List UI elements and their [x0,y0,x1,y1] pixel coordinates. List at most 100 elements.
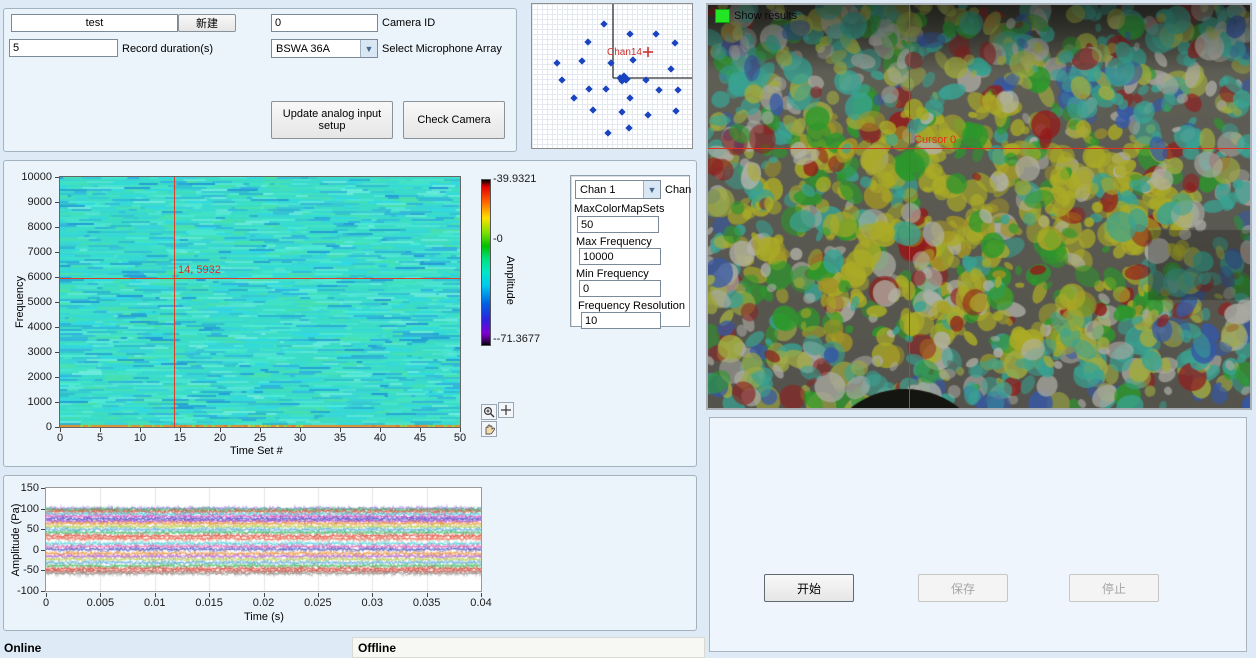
save-button[interactable]: 保存 [918,574,1008,602]
spectrogram-x-tick [380,428,381,432]
waveform-y-tick [41,550,45,551]
record-duration-label: Record duration(s) [122,43,213,55]
spectrogram-x-tick-label: 35 [325,432,355,444]
spectrogram-y-tick-label: 10000 [4,171,52,183]
max-colormap-input[interactable] [577,216,659,233]
waveform-x-tick-label: 0 [26,597,66,609]
mic-point [626,94,633,101]
camera-id-input[interactable] [271,14,378,32]
channel-dropdown[interactable]: Chan 1 ▼ [575,180,661,199]
mic-point [672,107,679,114]
crosshair-tool-icon[interactable] [498,402,514,418]
waveform-x-tick [100,593,101,597]
spectrogram-y-tick [55,252,59,253]
mic-point [570,94,577,101]
spectrogram-x-tick-label: 0 [45,432,75,444]
chevron-down-icon[interactable]: ▼ [643,181,660,198]
max-frequency-label: Max Frequency [576,236,652,248]
waveform-y-tick [41,529,45,530]
waveform-plot[interactable] [46,488,481,591]
mic-point [589,106,596,113]
mic-array-label: Select Microphone Array [382,43,502,55]
waveform-x-tick [209,593,210,597]
acoustic-camera-app: { "setup_panel": { "session_value": "tes… [0,0,1256,658]
update-analog-input-button[interactable]: Update analog input setup [271,101,393,139]
waveform-x-tick [318,593,319,597]
mic-array-scatter: Chan14 [532,4,692,148]
mic-point [584,38,591,45]
colorbar-max-label: -39.9321 [493,173,536,185]
min-frequency-input[interactable] [579,280,661,297]
start-button[interactable]: 开始 [764,574,854,602]
online-status-label: Online [4,641,41,655]
waveform-y-tick [41,570,45,571]
spectrogram-y-tick-label: 1000 [4,396,52,408]
show-results-indicator[interactable] [715,9,730,23]
waveform-x-axis-label: Time (s) [244,611,284,623]
spectrogram-y-tick [55,427,59,428]
mic-array-dropdown[interactable]: BSWA 36A ▼ [271,39,378,58]
waveform-x-tick-label: 0.015 [189,597,229,609]
stop-button[interactable]: 停止 [1069,574,1159,602]
spectrogram-y-tick-label: 6000 [4,271,52,283]
chevron-down-icon[interactable]: ▼ [360,40,377,57]
max-colormap-label: MaxColorMapSets [574,203,664,215]
min-frequency-label: Min Frequency [576,268,649,280]
waveform-x-tick-label: 0.02 [244,597,284,609]
waveform-y-tick [41,488,45,489]
waveform-x-tick-label: 0.04 [461,597,501,609]
check-camera-button[interactable]: Check Camera [403,101,505,139]
spectrogram-y-tick [55,352,59,353]
spectrogram-y-tick [55,177,59,178]
colorbar-min-label: --71.3677 [493,333,540,345]
mic-point [602,85,609,92]
waveform-panel: Amplitude (Pa) 150100500-50-10000.0050.0… [3,475,697,631]
mic-point [600,20,607,27]
camera-view[interactable]: Cursor 0 Show results [706,3,1252,410]
new-session-button[interactable]: 新建 [178,14,236,32]
spectrogram-y-tick-label: 2000 [4,371,52,383]
channel-dropdown-label: Chan [665,184,691,196]
spectrogram-y-tick-label: 0 [4,421,52,433]
record-duration-input[interactable] [9,39,118,57]
mic-point [604,129,611,136]
waveform-y-tick-label: -100 [4,585,39,597]
mic-point [578,57,585,64]
spectrogram-y-tick [55,227,59,228]
waveform-x-tick-label: 0.025 [298,597,338,609]
max-frequency-input[interactable] [579,248,661,265]
action-panel: 开始 保存 停止 [709,417,1247,652]
spectrogram-x-tick [220,428,221,432]
camera-cursor-label: Cursor 0 [914,134,956,146]
spectrogram-x-axis-label: Time Set # [230,445,283,457]
mic-array-value: BSWA 36A [272,42,360,56]
waveform-y-tick-label: 150 [4,482,39,494]
spectrogram-y-tick [55,327,59,328]
spectrogram-cursor-readout: 14, 5932 [178,264,221,276]
spectrogram-y-tick-label: 7000 [4,246,52,258]
spectrogram-image[interactable] [60,177,460,427]
zoom-tool-icon[interactable] [481,404,497,420]
pan-hand-tool-icon[interactable] [481,421,497,437]
setup-panel: 新建 Camera ID Record duration(s) BSWA 36A… [3,8,517,152]
frequency-resolution-input[interactable] [581,312,661,329]
spectrogram-x-tick-label: 30 [285,432,315,444]
mic-point [667,65,674,72]
spectrogram-y-tick-label: 8000 [4,221,52,233]
waveform-x-tick [155,593,156,597]
waveform-x-tick-label: 0.03 [352,597,392,609]
waveform-x-tick [481,593,482,597]
session-name-input[interactable] [11,14,178,32]
channel-controls-box: Chan 1 ▼ Chan MaxColorMapSets Max Freque… [570,175,690,327]
colorbar-axis-label: Amplitude [504,256,516,305]
mic-array-plot[interactable]: Chan14 [531,3,693,149]
colorbar-mid-label: -0 [493,233,503,245]
camera-cursor-vline[interactable] [909,5,910,408]
spectrogram-x-tick-label: 40 [365,432,395,444]
waveform-x-tick-label: 0.035 [407,597,447,609]
spectrogram-panel: Frequency 100009000800070006000500040003… [3,160,697,467]
camera-cursor-hline[interactable] [708,148,1250,149]
mic-point [558,76,565,83]
spectrogram-x-tick-label: 10 [125,432,155,444]
mic-point [674,86,681,93]
